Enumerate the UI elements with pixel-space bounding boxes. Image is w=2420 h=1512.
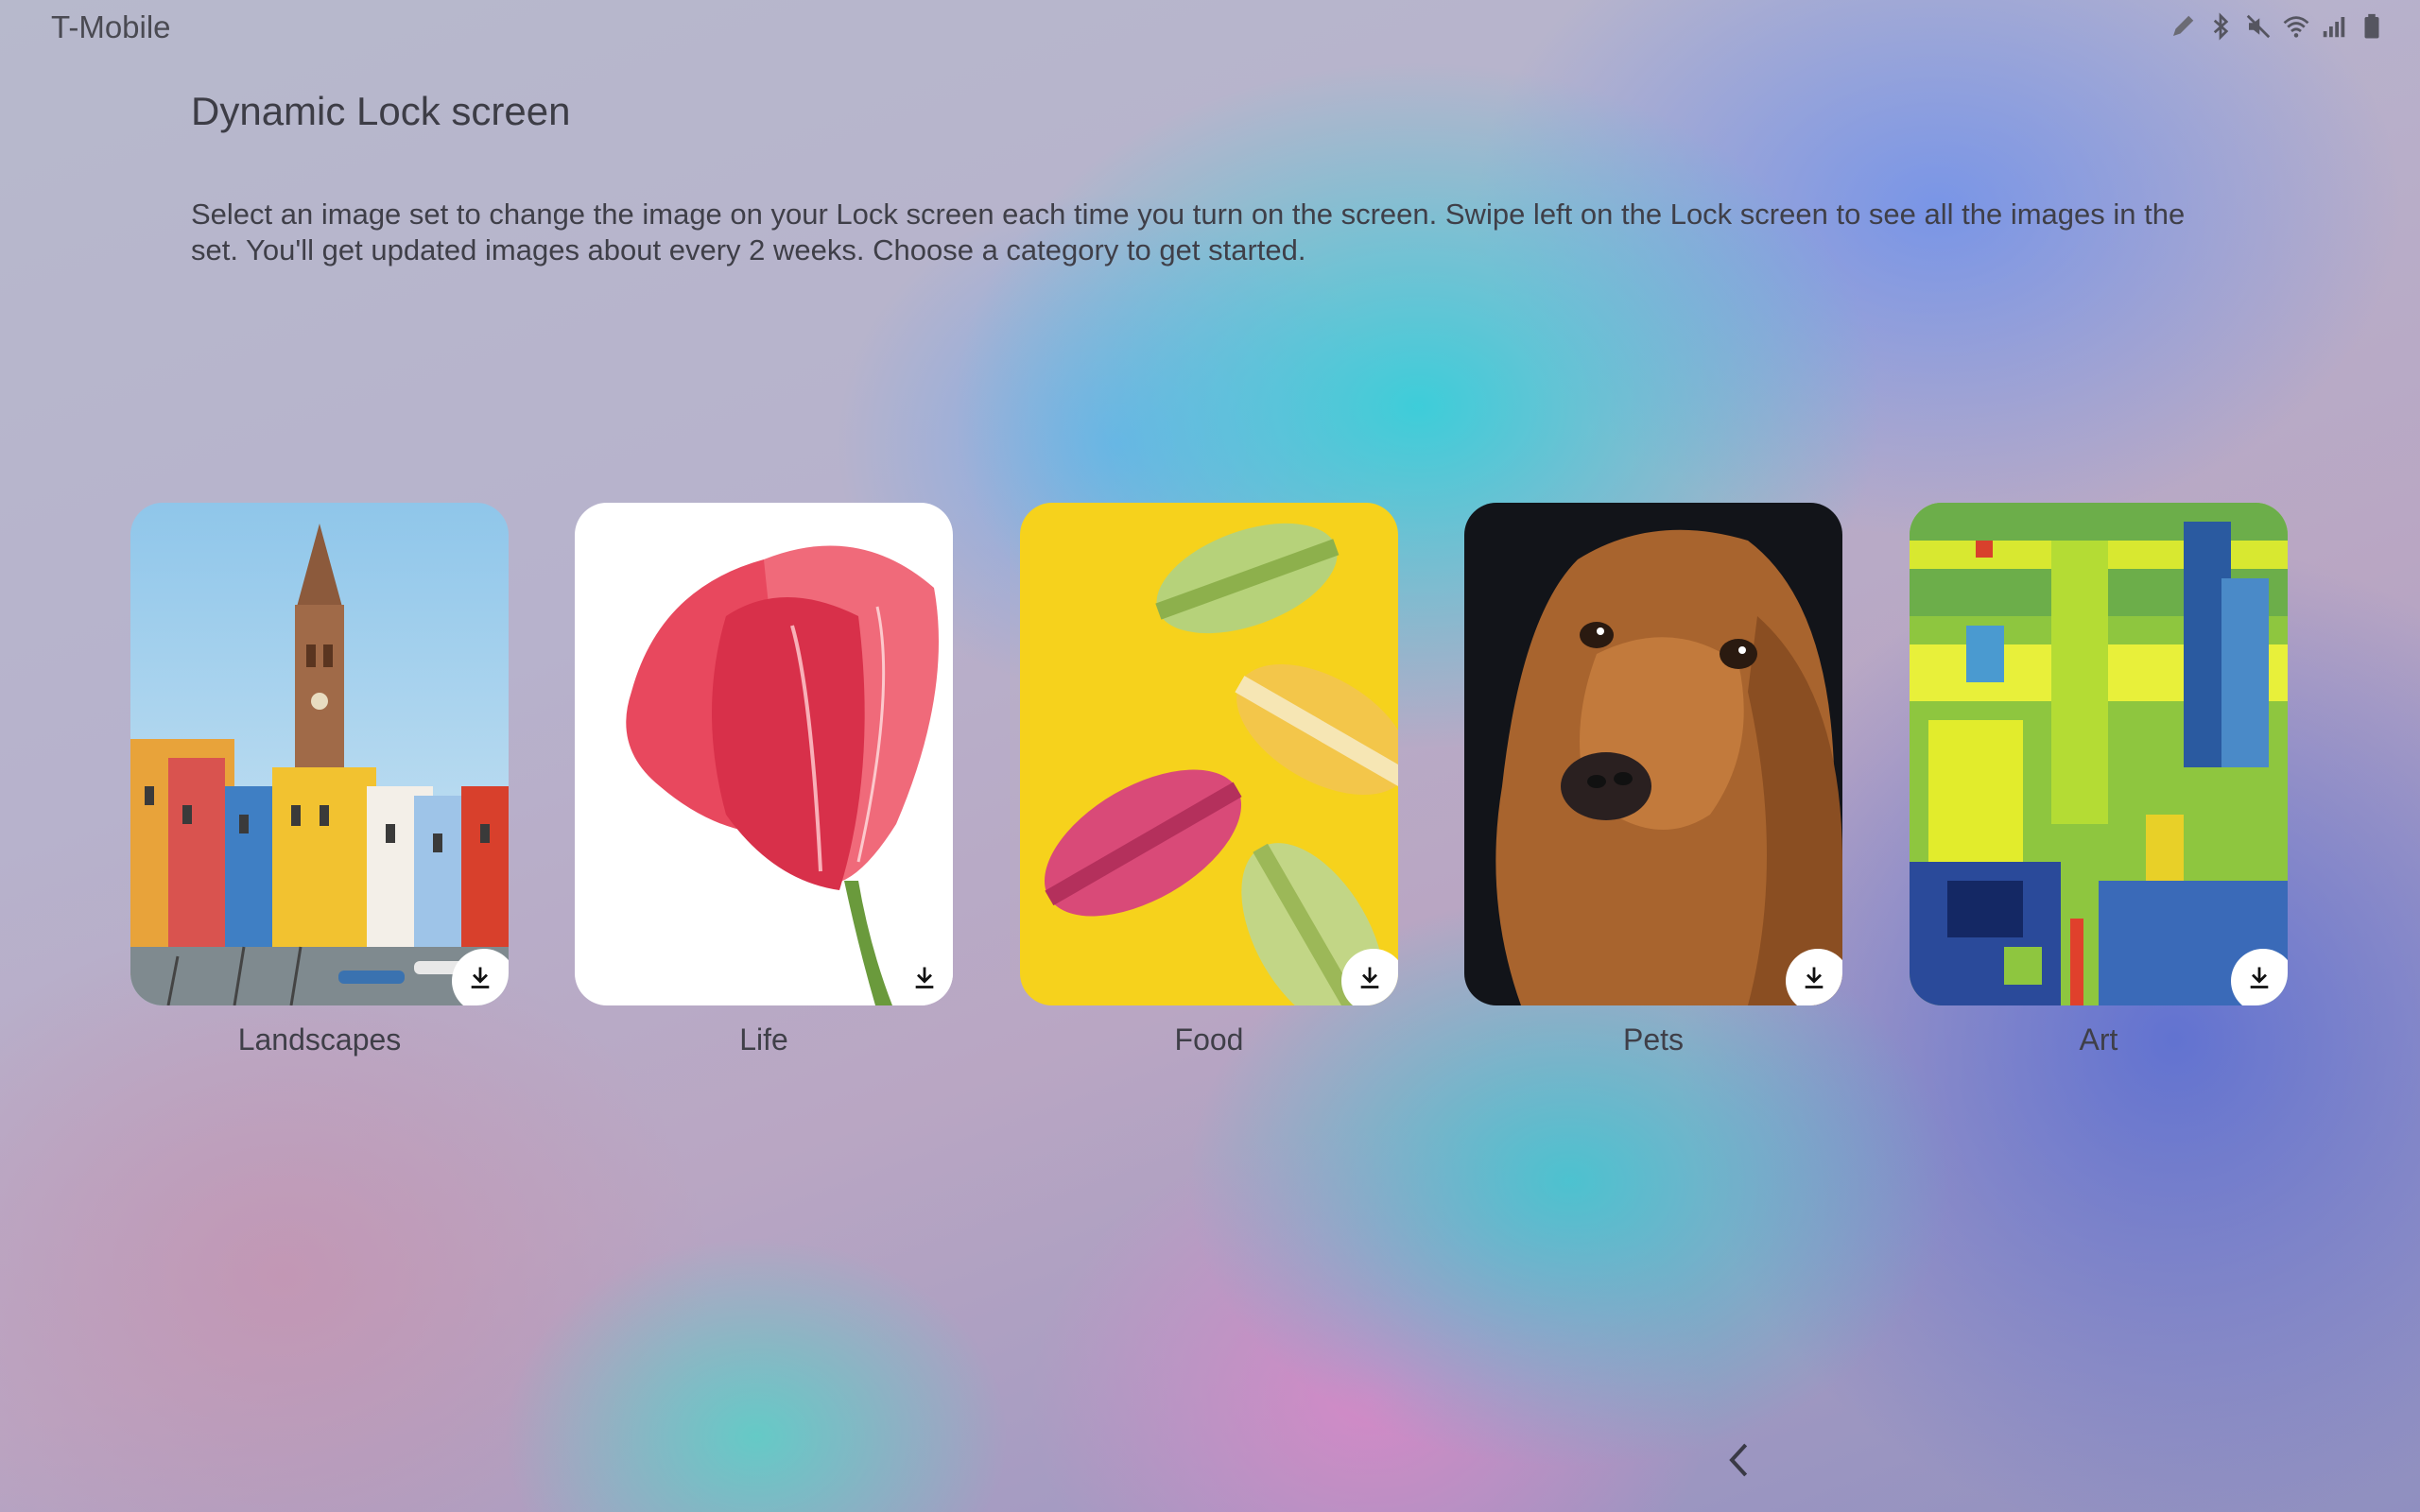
pets-image: [1464, 503, 1842, 1005]
category-list: Landscapes Life Food Pets Art: [0, 503, 2420, 1070]
download-button[interactable]: [452, 949, 509, 1005]
pets-thumbnail[interactable]: [1464, 503, 1842, 1005]
life-image: [575, 503, 953, 1005]
food-image: [1020, 503, 1398, 1005]
art-thumbnail[interactable]: [1910, 503, 2288, 1005]
landscapes-thumbnail[interactable]: [130, 503, 509, 1005]
download-icon: [2250, 967, 2269, 988]
mute-icon: [2244, 12, 2273, 41]
pen-icon: [2169, 12, 2197, 41]
category-label: Pets: [1622, 1022, 1685, 1057]
download-icon: [1360, 967, 1379, 988]
status-icons: [2169, 9, 2386, 43]
download-icon: [471, 967, 490, 988]
category-card-art[interactable]: Art: [1910, 503, 2288, 1057]
signal-icon: [2320, 12, 2348, 41]
landscapes-image: [130, 503, 509, 1005]
category-card-pets[interactable]: Pets: [1464, 503, 1842, 1057]
download-icon: [1805, 967, 1824, 988]
back-button[interactable]: [1720, 1436, 1758, 1484]
category-label: Life: [739, 1022, 788, 1057]
category-label: Art: [2079, 1022, 2118, 1057]
status-bar: T-Mobile: [0, 0, 2420, 53]
download-button[interactable]: [1341, 949, 1398, 1005]
category-card-life[interactable]: Life: [575, 503, 953, 1057]
download-button[interactable]: [2231, 949, 2288, 1005]
page-title: Dynamic Lock screen: [191, 89, 571, 133]
category-card-food[interactable]: Food: [1020, 503, 1398, 1057]
carrier-name: T-Mobile: [51, 9, 171, 44]
back-chevron-icon: [1729, 1443, 1748, 1477]
download-button[interactable]: [896, 949, 953, 1005]
category-label: Food: [1174, 1022, 1244, 1057]
description-text: Select an image set to change the image …: [191, 198, 2186, 266]
bluetooth-icon: [2206, 12, 2235, 41]
life-thumbnail[interactable]: [575, 503, 953, 1005]
battery-icon: [2358, 12, 2386, 41]
food-thumbnail[interactable]: [1020, 503, 1398, 1005]
wifi-icon: [2282, 12, 2310, 41]
category-label: Landscapes: [237, 1022, 402, 1057]
category-card-landscapes[interactable]: Landscapes: [130, 503, 509, 1057]
art-image: [1910, 503, 2288, 1005]
download-button[interactable]: [1786, 949, 1842, 1005]
download-icon: [915, 967, 934, 988]
